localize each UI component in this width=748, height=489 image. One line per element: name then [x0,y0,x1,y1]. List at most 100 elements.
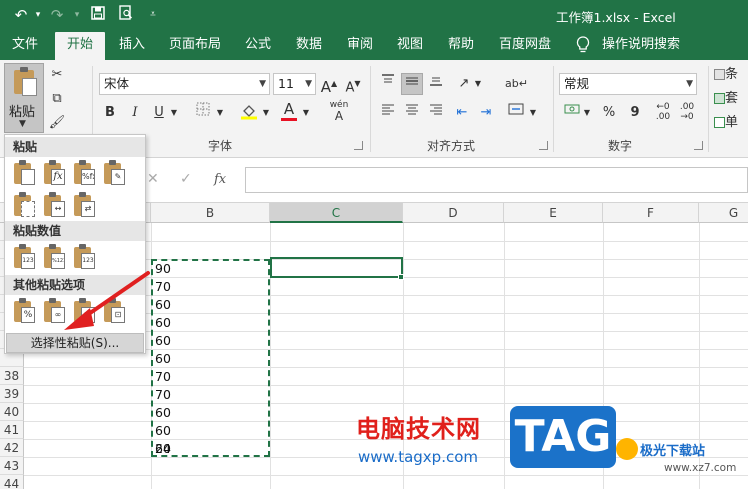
paste-formulas-number-format-icon[interactable]: %fx [73,160,97,187]
decrease-indent-icon[interactable]: ⇤ [451,102,473,124]
column-header-b[interactable]: B [151,203,270,223]
menu-section-paste-values: 粘贴数值 [5,221,145,241]
decrease-decimal-icon[interactable]: .00 →0 [676,102,698,124]
chevron-down-icon: ▼ [259,79,266,89]
active-cell[interactable] [270,257,403,278]
chevron-down-icon: ▼ [686,79,693,89]
cell-styles-button[interactable]: 单 [714,112,748,134]
currency-icon[interactable] [561,102,583,124]
tab-data[interactable]: 数据 [296,30,322,60]
enter-icon[interactable]: ✓ [180,171,192,187]
row-header[interactable]: 38 [0,367,24,385]
watermark-tag-logo: TAG [510,406,616,468]
fill-handle[interactable] [398,274,404,280]
insert-function-icon[interactable]: fx [214,172,226,187]
chevron-down-icon[interactable]: ▼ [260,102,272,124]
row-header[interactable]: 39 [0,385,24,403]
copy-icon[interactable]: ⧉ [46,88,68,110]
row-header[interactable]: 40 [0,403,24,421]
paste-icon[interactable] [13,160,37,187]
number-dialog-launcher[interactable] [694,141,703,150]
align-top-icon[interactable] [377,73,399,95]
tell-me-search[interactable]: 操作说明搜索 [602,30,680,60]
conditional-formatting-button[interactable]: 条 [714,64,748,86]
align-bottom-icon[interactable] [425,73,447,95]
column-header-c[interactable]: C [270,203,403,223]
paste-values-icon[interactable]: 123 [13,244,37,271]
tab-insert[interactable]: 插入 [119,30,145,60]
column-header-g[interactable]: G [699,203,748,223]
tab-page-layout[interactable]: 页面布局 [169,30,221,60]
align-center-icon[interactable] [401,102,423,124]
increase-decimal-icon[interactable]: ←0.00 [652,102,674,124]
chevron-down-icon: ▼ [19,119,26,129]
undo-icon[interactable]: ↶ [10,0,32,30]
column-header-d[interactable]: D [403,203,504,223]
alignment-dialog-launcher[interactable] [539,141,548,150]
column-header-e[interactable]: E [504,203,603,223]
formula-input[interactable] [245,167,748,193]
font-group-label: 字体 [208,139,233,153]
format-painter-icon[interactable]: 🖌 [46,112,68,134]
row-header[interactable]: 41 [0,421,24,439]
paste-keep-source-format-icon[interactable]: ✎ [103,160,127,187]
chevron-down-icon[interactable]: ▼ [581,102,593,124]
font-name-select[interactable]: 宋体 ▼ [99,73,270,95]
font-color-icon[interactable]: A [278,100,300,122]
row-header[interactable]: 44 [0,475,24,489]
format-as-table-button[interactable]: 套 [714,88,748,110]
font-size-select[interactable]: 11 ▼ [273,73,316,95]
paste-formatting-icon[interactable]: % [13,298,37,325]
chevron-down-icon[interactable]: ▼ [472,73,484,95]
save-icon[interactable] [84,0,112,30]
copy-marquee [151,259,270,457]
tab-home[interactable]: 开始 [55,32,106,60]
border-icon[interactable] [192,102,214,124]
qat-customize-icon[interactable]: ⩡ [140,0,166,30]
bold-button[interactable]: B [99,102,121,124]
print-preview-icon[interactable] [112,0,140,30]
tab-help[interactable]: 帮助 [448,30,474,60]
lightbulb-icon [576,30,590,60]
chevron-down-icon[interactable]: ▼ [300,102,312,124]
wrap-text-icon[interactable]: ab↵ [505,73,528,95]
paste-keep-column-widths-icon[interactable]: ↔ [43,192,67,219]
column-header-f[interactable]: F [603,203,699,223]
percent-button[interactable]: % [598,102,620,124]
tab-review[interactable]: 审阅 [347,30,373,60]
redo-icon[interactable]: ↷ [44,0,70,30]
tab-baidu-netdisk[interactable]: 百度网盘 [499,30,551,60]
align-left-icon[interactable] [377,102,399,124]
chevron-down-icon[interactable]: ▼ [527,102,539,124]
increase-indent-icon[interactable]: ⇥ [475,102,497,124]
comma-style-button[interactable]: 9 [624,102,646,124]
number-format-select[interactable]: 常规 ▼ [559,73,697,95]
chevron-down-icon[interactable]: ▼ [168,102,180,124]
italic-button[interactable]: I [124,102,146,124]
fill-color-icon[interactable] [238,102,260,124]
quick-access-toolbar: ↶ ▾ ↷ ▾ ⩡ [10,0,166,30]
undo-dropdown-icon[interactable]: ▾ [32,0,44,30]
tab-formulas[interactable]: 公式 [245,30,271,60]
align-middle-icon[interactable] [401,73,423,95]
cancel-icon[interactable]: ✕ [147,171,159,187]
tab-file[interactable]: 文件 [12,30,38,60]
row-header[interactable]: 43 [0,457,24,475]
phonetic-guide-button[interactable]: wén A [326,100,352,122]
paste-formulas-icon[interactable]: fx [43,160,67,187]
chevron-down-icon[interactable]: ▼ [214,102,226,124]
paste-button[interactable]: 粘贴 ▼ [4,63,44,133]
redo-dropdown-icon[interactable]: ▾ [70,0,84,30]
merge-center-icon[interactable] [505,102,527,124]
cell-b-value[interactable]: 24 [155,440,265,458]
tab-view[interactable]: 视图 [397,30,423,60]
paste-no-borders-icon[interactable] [13,192,37,219]
grow-font-button[interactable]: A▲ [318,73,340,96]
underline-button[interactable]: U [148,102,170,124]
row-header[interactable]: 42 [0,439,24,457]
paste-transpose-icon[interactable]: ⇄ [73,192,97,219]
align-right-icon[interactable] [425,102,447,124]
shrink-font-button[interactable]: A▼ [342,73,364,95]
font-dialog-launcher[interactable] [354,141,363,150]
cut-icon[interactable]: ✂ [46,64,68,86]
